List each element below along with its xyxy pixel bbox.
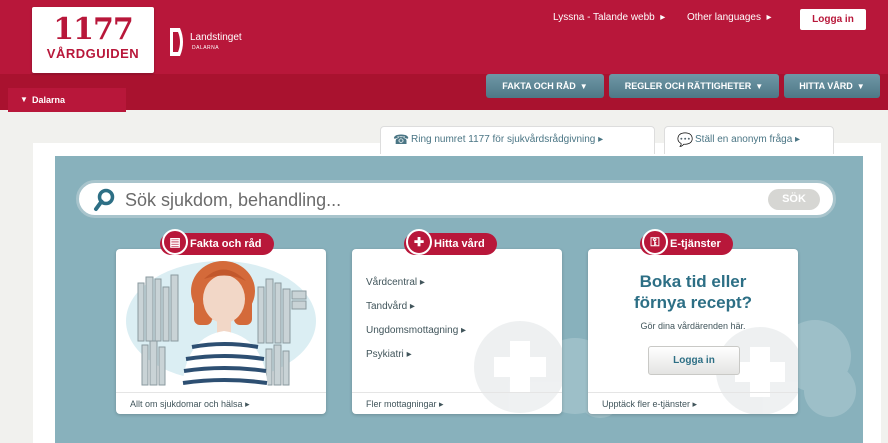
link-psykiatri[interactable]: Psykiatri ▸ xyxy=(366,343,466,367)
nav-label: REGLER OCH RÄTTIGHETER xyxy=(624,81,752,91)
chevron-down-icon: ▼ xyxy=(579,82,588,91)
card-footer-link[interactable]: Allt om sjukdomar och hälsa ▸ xyxy=(116,392,326,414)
booking-subtext: Gör dina vårdärenden här. xyxy=(640,321,746,331)
listen-link-label: Lyssna - Talande webb xyxy=(553,12,655,23)
link-label: Ungdomsmottagning xyxy=(366,325,459,336)
chevron-right-icon: ▸ xyxy=(458,325,467,336)
link-ungdomsmottagning[interactable]: Ungdomsmottagning ▸ xyxy=(366,319,466,343)
chevron-down-icon: ▼ xyxy=(20,95,28,104)
booking-heading-line1: Boka tid eller xyxy=(639,272,747,291)
chevron-right-icon: ▸ xyxy=(763,12,772,23)
card-footer-link[interactable]: Fler mottagningar ▸ xyxy=(352,392,562,414)
chevron-right-icon: ▸ xyxy=(242,399,250,409)
card-footer-label: Fler mottagningar xyxy=(366,399,437,409)
phone-icon: ☎ xyxy=(393,132,410,147)
phone-advice-label: Ring numret 1177 för sjukvårdsrådgivning xyxy=(411,134,596,145)
nav-label: HITTA VÅRD xyxy=(799,81,853,91)
languages-link[interactable]: Other languages ▸ xyxy=(687,12,772,23)
chevron-down-icon: ▼ xyxy=(856,82,865,91)
card-fakta-och-rad[interactable]: Allt om sjukdomar och hälsa ▸ xyxy=(116,249,326,414)
region-selector[interactable]: ▼ Dalarna xyxy=(8,88,126,112)
card-footer-label: Allt om sjukdomar och hälsa xyxy=(130,399,243,409)
pill-label: Fakta och råd xyxy=(190,238,262,250)
pill-label: E-tjänster xyxy=(670,238,721,250)
care-links-list: Vårdcentral ▸ Tandvård ▸ Ungdomsmottagni… xyxy=(366,271,466,367)
logo-name: VÅRDGUIDEN xyxy=(46,46,140,61)
pill-e-tjanster: ⚿ E-tjänster xyxy=(640,229,733,255)
search-input[interactable]: Sök sjukdom, behandling... xyxy=(125,190,341,211)
search-bar[interactable]: Sök sjukdom, behandling... SÖK xyxy=(76,180,836,218)
chevron-right-icon: ▸ xyxy=(792,134,801,145)
anonymous-question-label: Ställ en anonym fråga xyxy=(695,134,793,145)
chevron-right-icon: ▸ xyxy=(403,349,412,360)
card-footer-link[interactable]: Upptäck fler e-tjänster ▸ xyxy=(588,392,798,414)
book-icon: ▤ xyxy=(162,229,188,255)
nav-label: FAKTA OCH RÅD xyxy=(502,81,576,91)
e-services-login-button[interactable]: Logga in xyxy=(648,346,740,375)
chevron-right-icon: ▸ xyxy=(690,399,698,409)
pill-fakta-och-rad: ▤ Fakta och råd xyxy=(160,229,274,255)
search-button[interactable]: SÖK xyxy=(768,189,820,210)
listen-link[interactable]: Lyssna - Talande webb ▸ xyxy=(553,12,665,23)
landstinget-mark-icon xyxy=(170,28,183,56)
link-label: Tandvård xyxy=(366,301,408,312)
booking-heading: Boka tid eller förnya recept? xyxy=(588,271,798,313)
nav-fakta-och-rad[interactable]: FAKTA OCH RÅD ▼ xyxy=(486,74,604,98)
card-footer-label: Upptäck fler e-tjänster xyxy=(602,399,691,409)
nav-regler-och-rattigheter[interactable]: REGLER OCH RÄTTIGHETER ▼ xyxy=(609,74,779,98)
pill-label: Hitta vård xyxy=(434,238,485,250)
plus-icon: ✚ xyxy=(406,229,432,255)
pill-hitta-vard: ✚ Hitta vård xyxy=(404,229,497,255)
anonymous-question-link[interactable]: 💬 Ställ en anonym fråga ▸ xyxy=(664,126,834,154)
landstinget-region: DALARNA xyxy=(192,45,220,51)
phone-advice-link[interactable]: ☎ Ring numret 1177 för sjukvårdsrådgivni… xyxy=(380,126,655,154)
login-button[interactable]: Logga in xyxy=(800,9,866,30)
vardguiden-logo[interactable]: 1177 VÅRDGUIDEN xyxy=(32,7,154,73)
languages-link-label: Other languages xyxy=(687,12,761,23)
region-label: Dalarna xyxy=(32,95,66,105)
logo-number: 1177 xyxy=(53,12,134,47)
booking-heading-line2: förnya recept? xyxy=(633,293,753,312)
chevron-right-icon: ▸ xyxy=(407,301,415,312)
chevron-right-icon: ▸ xyxy=(657,12,666,23)
key-icon: ⚿ xyxy=(642,229,668,255)
link-label: Psykiatri xyxy=(366,349,404,360)
link-label: Vårdcentral xyxy=(366,277,418,288)
chevron-right-icon: ▸ xyxy=(595,134,604,145)
link-vardcentral[interactable]: Vårdcentral ▸ xyxy=(366,271,466,295)
card-e-tjanster[interactable]: Boka tid eller förnya recept? Gör dina v… xyxy=(588,249,798,414)
landstinget-name: Landstinget xyxy=(190,32,242,43)
chevron-down-icon: ▼ xyxy=(755,82,764,91)
chevron-right-icon: ▸ xyxy=(417,277,425,288)
speech-bubble-icon: 💬 xyxy=(677,132,694,147)
woman-with-books-illustration xyxy=(126,261,316,392)
chevron-right-icon: ▸ xyxy=(436,399,444,409)
card-hitta-vard[interactable]: Vårdcentral ▸ Tandvård ▸ Ungdomsmottagni… xyxy=(352,249,562,414)
search-icon xyxy=(94,188,115,211)
link-tandvard[interactable]: Tandvård ▸ xyxy=(366,295,466,319)
nav-hitta-vard[interactable]: HITTA VÅRD ▼ xyxy=(784,74,880,98)
